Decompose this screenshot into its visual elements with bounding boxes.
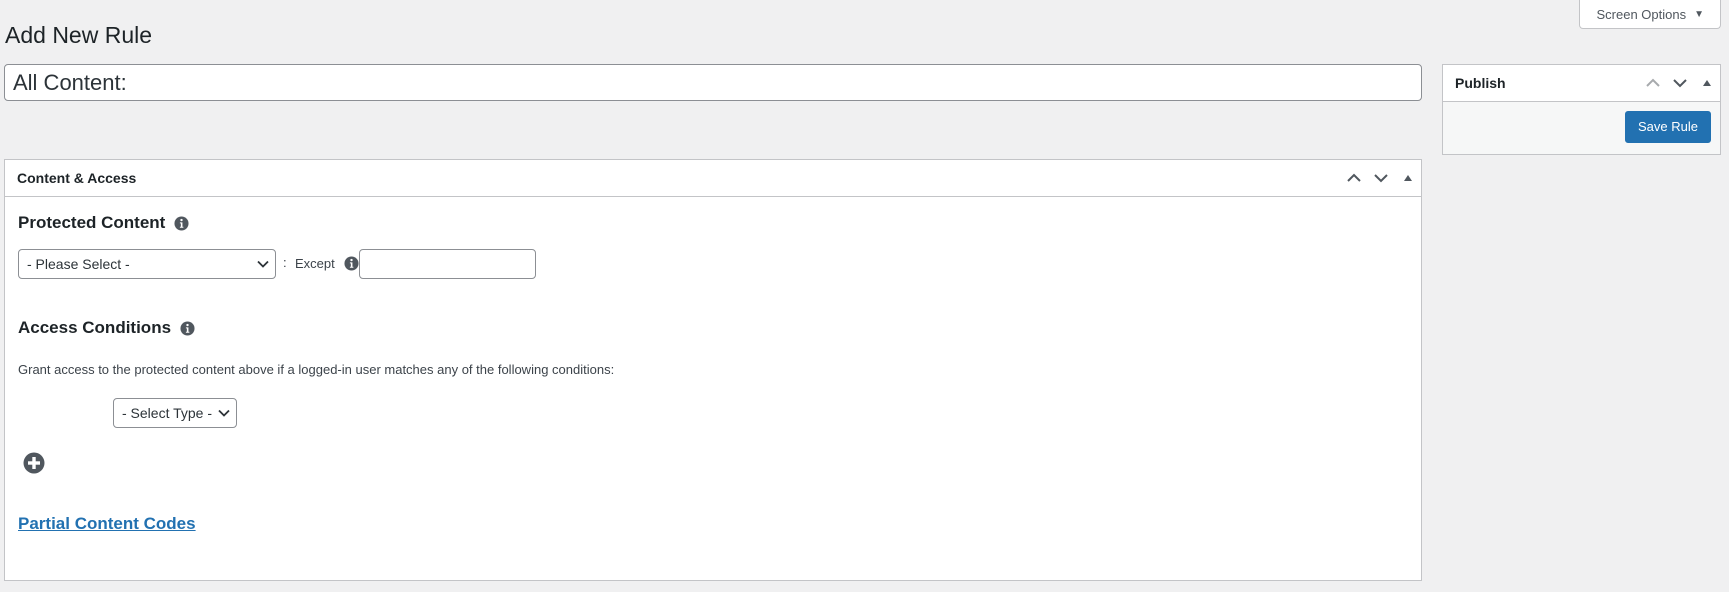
publish-box: Publish Save Rule (1442, 64, 1721, 155)
screen-options-button[interactable]: Screen Options ▼ (1579, 0, 1721, 29)
chevron-down-icon (218, 409, 230, 417)
caret-down-icon: ▼ (1694, 8, 1704, 20)
page-title: Add New Rule (5, 22, 153, 48)
publish-box-handles (1639, 65, 1720, 101)
triangle-up-icon[interactable] (1394, 160, 1421, 196)
access-conditions-heading-text: Access Conditions (18, 318, 172, 337)
chevron-up-icon[interactable] (1639, 65, 1666, 101)
chevron-down-icon (257, 260, 269, 268)
chevron-down-icon[interactable] (1666, 65, 1693, 101)
triangle-up-icon[interactable] (1693, 65, 1720, 101)
condition-type-select[interactable]: - Select Type - (113, 398, 237, 428)
rule-title-input[interactable] (4, 64, 1422, 101)
content-access-title: Content & Access (17, 170, 137, 186)
content-access-handles (1340, 160, 1421, 196)
publish-box-header: Publish (1443, 65, 1720, 102)
content-access-box: Content & Access Protected Content - Ple… (4, 159, 1422, 581)
except-colon: : (283, 255, 287, 270)
protected-content-heading: Protected Content (18, 213, 189, 233)
except-input[interactable] (359, 249, 536, 279)
content-access-header: Content & Access (5, 160, 1421, 197)
condition-type-select-value: - Select Type - (122, 405, 213, 421)
info-icon[interactable] (344, 256, 359, 271)
access-conditions-description: Grant access to the protected content ab… (18, 362, 615, 377)
info-icon[interactable] (180, 320, 195, 336)
plus-circle-icon[interactable] (23, 452, 45, 477)
publish-box-body: Save Rule (1443, 102, 1720, 154)
publish-box-title: Publish (1455, 75, 1506, 91)
save-rule-button[interactable]: Save Rule (1625, 110, 1711, 143)
except-label: Except (295, 256, 359, 271)
except-label-text: Except (295, 256, 335, 271)
protected-content-select-value: - Please Select - (27, 256, 130, 272)
protected-content-heading-text: Protected Content (18, 213, 166, 232)
screen-options-label: Screen Options (1596, 6, 1687, 22)
partial-content-codes-link[interactable]: Partial Content Codes (18, 514, 196, 534)
chevron-down-icon[interactable] (1367, 160, 1394, 196)
chevron-up-icon[interactable] (1340, 160, 1367, 196)
protected-content-select[interactable]: - Please Select - (18, 249, 276, 279)
info-icon[interactable] (174, 215, 189, 231)
access-conditions-heading: Access Conditions (18, 318, 195, 338)
